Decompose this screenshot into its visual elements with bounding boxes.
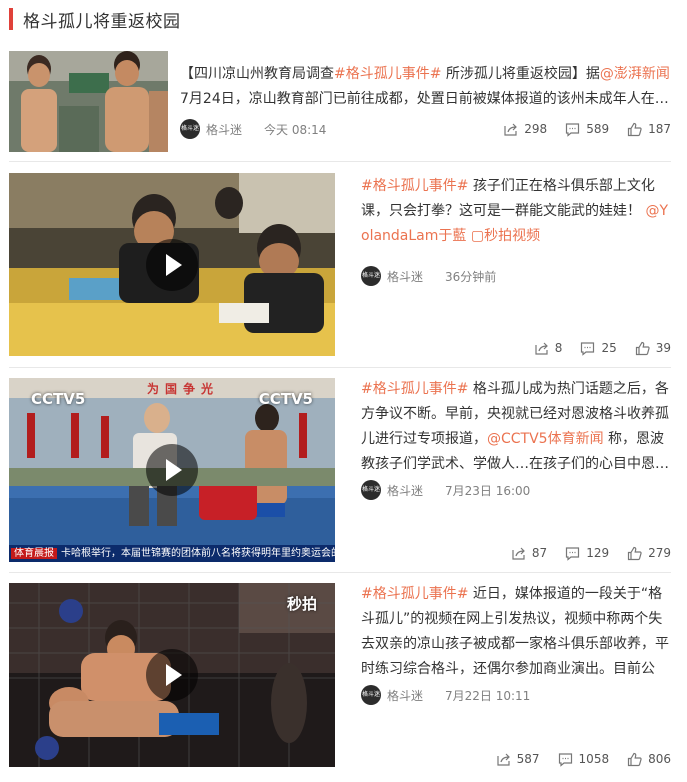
comment-count: 25 bbox=[601, 341, 617, 355]
like-button[interactable]: 279 bbox=[627, 546, 671, 561]
post-thumbnail[interactable] bbox=[9, 51, 168, 152]
post-text-segment: 所涉孤儿将重返校园】据 bbox=[441, 66, 600, 82]
video-thumbnail[interactable]: CCTV5 CCTV5 为国争光 体育晨报 卡哈根举行，本届世锦赛的团体前八名将获… bbox=[9, 378, 335, 562]
post-content: #格斗孤儿事件# 孩子们正在格斗俱乐部上文化课，只会打拳？这可是一群能文能武的娃… bbox=[361, 174, 671, 286]
avatar[interactable]: 格斗迷 bbox=[361, 685, 381, 705]
author-name[interactable]: 格斗迷 bbox=[206, 121, 242, 138]
post-meta: 格斗迷 格斗迷 7月23日 16:00 bbox=[361, 480, 671, 500]
post-link[interactable]: ▢秒拍视频 bbox=[471, 228, 540, 244]
comment-icon bbox=[566, 546, 580, 561]
feed-post-4: 秒拍 #格斗孤儿事件# 近日，媒体报道的一段关于“格斗孤儿”的视频在网上引发热议… bbox=[9, 573, 671, 782]
comment-button[interactable]: 589 bbox=[565, 122, 609, 137]
thumbnail-image bbox=[9, 51, 168, 152]
post-link[interactable]: #格斗孤儿事件# bbox=[361, 178, 468, 194]
like-count: 187 bbox=[648, 122, 671, 136]
share-icon bbox=[497, 753, 510, 766]
channel-watermark: CCTV5 bbox=[31, 390, 86, 408]
post-time[interactable]: 7月22日 10:11 bbox=[445, 687, 530, 704]
comment-button[interactable]: 129 bbox=[565, 546, 609, 561]
post-text[interactable]: 【四川凉山州教育局调查#格斗孤儿事件# 所涉孤儿将重返校园】据@澎湃新闻 7月2… bbox=[180, 62, 671, 112]
share-icon bbox=[504, 123, 518, 136]
post-meta: 格斗迷 格斗迷 7月22日 10:11 bbox=[361, 685, 671, 705]
post-time[interactable]: 今天 08:14 bbox=[264, 121, 326, 138]
news-ticker: 体育晨报卡哈根举行，本届世锦赛的团体前八名将获得明年里约奥运会的入场券 bbox=[9, 545, 335, 562]
feed-post-2: #格斗孤儿事件# 孩子们正在格斗俱乐部上文化课，只会打拳？这可是一群能文能武的娃… bbox=[9, 162, 671, 368]
video-thumbnail[interactable] bbox=[9, 173, 335, 356]
like-icon bbox=[627, 546, 642, 560]
post-link[interactable]: @澎湃新闻 bbox=[600, 66, 670, 82]
author-name[interactable]: 格斗迷 bbox=[387, 268, 423, 285]
banner-text: 为国争光 bbox=[147, 382, 220, 396]
post-meta: 格斗迷 格斗迷 36分钟前 bbox=[361, 266, 671, 286]
avatar[interactable]: 格斗迷 bbox=[361, 480, 381, 500]
share-count: 87 bbox=[531, 546, 548, 560]
like-button[interactable]: 806 bbox=[627, 752, 671, 767]
video-thumbnail[interactable]: 秒拍 bbox=[9, 583, 335, 767]
post-text[interactable]: #格斗孤儿事件# 孩子们正在格斗俱乐部上文化课，只会打拳？这可是一群能文能武的娃… bbox=[361, 174, 671, 249]
like-icon bbox=[627, 752, 642, 766]
like-icon bbox=[627, 122, 642, 136]
feed-post-3: CCTV5 CCTV5 为国争光 体育晨报 卡哈根举行，本届世锦赛的团体前八名将获… bbox=[9, 368, 671, 573]
post-link[interactable]: #格斗孤儿事件# bbox=[361, 381, 468, 397]
post-content: #格斗孤儿事件# 近日，媒体报道的一段关于“格斗孤儿”的视频在网上引发热议，视频… bbox=[361, 582, 671, 705]
avatar[interactable]: 格斗迷 bbox=[180, 119, 200, 139]
post-stats: 8 25 39 bbox=[516, 338, 671, 358]
ticker-text: 卡哈根举行，本届世锦赛的团体前八名将获得明年里约奥运会的入场券 bbox=[61, 548, 335, 559]
share-button[interactable]: 87 bbox=[511, 546, 547, 561]
avatar[interactable]: 格斗迷 bbox=[361, 266, 381, 286]
post-text[interactable]: #格斗孤儿事件# 格斗孤儿成为热门话题之后，各方争议不断。早前，央视就已经对恩波… bbox=[361, 377, 671, 477]
post-stats: 587 1058 806 bbox=[478, 749, 671, 769]
like-count: 39 bbox=[655, 341, 671, 355]
comment-button[interactable]: 1058 bbox=[558, 752, 610, 767]
ticker-tag: 体育晨报 bbox=[11, 548, 57, 559]
channel-watermark: CCTV5 bbox=[258, 390, 313, 408]
post-link[interactable]: #格斗孤儿事件# bbox=[334, 66, 441, 82]
play-icon[interactable] bbox=[146, 238, 198, 291]
post-time[interactable]: 7月23日 16:00 bbox=[445, 482, 530, 499]
like-count: 806 bbox=[648, 752, 671, 766]
share-button[interactable]: 8 bbox=[534, 341, 563, 356]
post-text[interactable]: #格斗孤儿事件# 近日，媒体报道的一段关于“格斗孤儿”的视频在网上引发热议，视频… bbox=[361, 582, 671, 682]
page-title: 格斗孤儿将重返校园 bbox=[23, 11, 181, 32]
share-button[interactable]: 587 bbox=[496, 752, 540, 767]
post-content: #格斗孤儿事件# 格斗孤儿成为热门话题之后，各方争议不断。早前，央视就已经对恩波… bbox=[361, 377, 671, 500]
comment-count: 129 bbox=[586, 546, 610, 560]
like-count: 279 bbox=[648, 546, 671, 560]
comment-count: 589 bbox=[586, 122, 610, 136]
share-count: 298 bbox=[524, 122, 548, 136]
share-icon bbox=[535, 342, 548, 355]
play-icon[interactable] bbox=[146, 444, 198, 496]
post-link[interactable]: #格斗孤儿事件# bbox=[361, 586, 468, 602]
play-icon[interactable] bbox=[146, 649, 198, 701]
comment-count: 1058 bbox=[578, 752, 610, 766]
header-accent-bar bbox=[9, 8, 13, 30]
comment-icon bbox=[581, 341, 595, 356]
comment-icon bbox=[558, 752, 572, 767]
miaopai-watermark: 秒拍 bbox=[286, 595, 317, 613]
post-text-segment: 【四川凉山州教育局调查 bbox=[180, 66, 334, 82]
post-stats: 298 589 187 bbox=[485, 119, 671, 139]
comment-icon bbox=[566, 122, 580, 137]
post-time[interactable]: 36分钟前 bbox=[445, 268, 496, 285]
post-link[interactable]: @CCTV5体育新闻 bbox=[487, 431, 604, 447]
share-count: 587 bbox=[516, 752, 540, 766]
share-button[interactable]: 298 bbox=[503, 122, 547, 137]
like-button[interactable]: 39 bbox=[635, 341, 671, 356]
section-header: 格斗孤儿将重返校园 bbox=[9, 6, 181, 32]
share-icon bbox=[512, 547, 525, 560]
author-name[interactable]: 格斗迷 bbox=[387, 687, 423, 704]
like-button[interactable]: 187 bbox=[627, 122, 671, 137]
share-count: 8 bbox=[554, 341, 563, 355]
feed-post-1: 【四川凉山州教育局调查#格斗孤儿事件# 所涉孤儿将重返校园】据@澎湃新闻 7月2… bbox=[9, 45, 671, 162]
comment-button[interactable]: 25 bbox=[580, 341, 617, 356]
post-stats: 87 129 279 bbox=[493, 543, 671, 563]
like-icon bbox=[635, 341, 650, 355]
post-text-segment: 7月24日，凉山教育部门已前往成都，处置日前被媒体报道的该州未成年人在… bbox=[180, 91, 669, 107]
author-name[interactable]: 格斗迷 bbox=[387, 482, 423, 499]
